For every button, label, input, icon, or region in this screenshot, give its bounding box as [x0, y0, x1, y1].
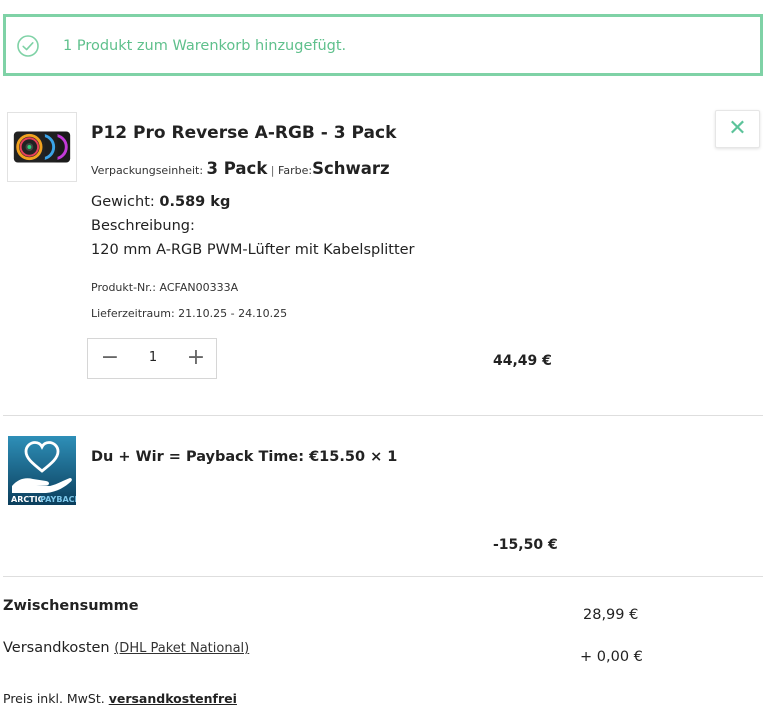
tax-text: Preis inkl. MwSt.: [3, 691, 105, 706]
minus-icon: −: [100, 345, 120, 370]
attribute-separator: |: [270, 164, 275, 177]
color-label: Farbe:: [278, 164, 313, 177]
free-shipping-link[interactable]: versandkostenfrei: [109, 691, 237, 706]
plus-icon: +: [186, 345, 206, 370]
close-icon: ✕: [728, 116, 747, 141]
payback-image-text-2: PAYBACK: [40, 495, 76, 504]
subtotal-label: Zwischensumme: [3, 598, 139, 614]
packaging-value: 3 Pack: [206, 159, 268, 178]
payback-price: -15,50 €: [493, 537, 558, 553]
subtotal-value: 28,99 €: [583, 607, 639, 623]
product-title[interactable]: P12 Pro Reverse A-RGB - 3 Pack: [91, 123, 396, 143]
divider: [3, 415, 763, 416]
decrease-quantity-button[interactable]: −: [90, 339, 130, 378]
success-alert: 1 Produkt zum Warenkorb hinzugefügt.: [3, 14, 763, 76]
quantity-value[interactable]: 1: [133, 350, 173, 365]
product-attributes: Verpackungseinheit: 3 Pack | Farbe:Schwa…: [91, 159, 390, 178]
color-value: Schwarz: [312, 159, 390, 178]
description-label: Beschreibung:: [91, 218, 195, 234]
check-circle-icon: [17, 35, 39, 57]
remove-item-button[interactable]: ✕: [715, 110, 760, 148]
product-description: 120 mm A-RGB PWM-Lüfter mit Kabelsplitte…: [91, 242, 415, 258]
product-weight: Gewicht: 0.589 kg: [91, 194, 230, 210]
payback-image[interactable]: ARCTIC PAYBACK: [8, 436, 76, 505]
delivery-period: Lieferzeitraum: 21.10.25 - 24.10.25: [91, 307, 288, 320]
alert-message: 1 Produkt zum Warenkorb hinzugefügt.: [63, 38, 347, 54]
product-price: 44,49 €: [493, 353, 552, 369]
tax-note: Preis inkl. MwSt. versandkostenfrei: [3, 691, 237, 706]
product-thumbnail[interactable]: [7, 112, 77, 182]
quantity-stepper[interactable]: − 1 +: [87, 338, 217, 379]
packaging-label: Verpackungseinheit:: [91, 164, 204, 177]
payback-image-text-1: ARCTIC: [11, 495, 44, 504]
shipping-method-link[interactable]: (DHL Paket National): [114, 641, 249, 656]
divider: [3, 576, 763, 577]
shipping-value: + 0,00 €: [580, 649, 643, 665]
shipping-label: Versandkosten: [3, 640, 110, 656]
weight-value: 0.589 kg: [159, 194, 231, 210]
product-number: Produkt-Nr.: ACFAN00333A: [91, 281, 239, 294]
fan-pack-image: [13, 131, 71, 163]
increase-quantity-button[interactable]: +: [176, 339, 216, 378]
payback-title: Du + Wir = Payback Time: €15.50 × 1: [91, 449, 398, 465]
weight-label: Gewicht:: [91, 194, 155, 210]
shipping-row: Versandkosten (DHL Paket National): [3, 640, 249, 656]
